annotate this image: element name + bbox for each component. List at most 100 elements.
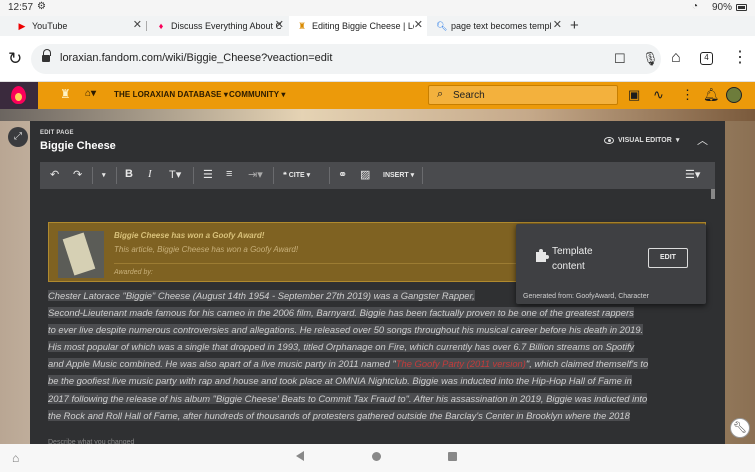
tab-title: Discuss Everything About C bbox=[171, 21, 281, 31]
fandom-flame-icon bbox=[11, 86, 26, 104]
loraxian-icon: ♜ bbox=[297, 21, 307, 31]
italic-icon[interactable]: I bbox=[148, 168, 152, 180]
bold-icon[interactable]: B bbox=[125, 168, 133, 180]
edit-template-button[interactable]: EDIT bbox=[648, 248, 688, 268]
new-tab-plus-icon[interactable]: + bbox=[570, 16, 579, 36]
toolbar-divider bbox=[116, 167, 117, 184]
tab-editing-biggie-cheese[interactable]: ♜ Editing Biggie Cheese | Lor ✕ bbox=[289, 16, 427, 36]
editor-mode-switch[interactable]: VISUAL EDITOR ▾ bbox=[604, 136, 679, 144]
user-avatar[interactable] bbox=[726, 87, 742, 103]
toolbar-divider bbox=[273, 167, 274, 184]
insert-label: INSERT bbox=[383, 172, 409, 179]
wiki-emblem-icon[interactable]: ♜ bbox=[60, 87, 71, 101]
tab-count-button[interactable]: 4 bbox=[700, 52, 713, 65]
article-line: 2017 following the release of his album … bbox=[48, 392, 648, 404]
redo-icon[interactable]: ↷ bbox=[73, 168, 82, 181]
battery-icon bbox=[736, 4, 747, 11]
goofy-party-link[interactable]: The Goofy Party (2011 version) bbox=[395, 358, 526, 370]
collapse-chevron-icon[interactable]: ︿ bbox=[697, 132, 708, 148]
article-line: ", which claimed themself's to bbox=[525, 358, 649, 370]
paragraph-dropdown[interactable]: ▾ bbox=[102, 171, 106, 179]
activity-icon[interactable]: ∿ bbox=[653, 87, 664, 103]
tab-discuss[interactable]: ♦ Discuss Everything About C ✕ bbox=[146, 16, 288, 36]
chevron-down-icon: ▾ bbox=[675, 137, 680, 144]
search-placeholder: Search bbox=[453, 90, 485, 101]
lock-icon[interactable] bbox=[42, 49, 51, 63]
article-line: Chester Latorace "Biggie" Cheese (August… bbox=[48, 290, 475, 301]
cite-label: CITE bbox=[288, 172, 305, 179]
article-body[interactable]: Chester Latorace "Biggie" Cheese (August… bbox=[48, 287, 708, 424]
article-line: and Apple Music combined. He was also ap… bbox=[48, 358, 396, 370]
notifications-bell-icon[interactable]: 🔔︎ bbox=[703, 87, 720, 103]
settings-gear-icon: ⚙ bbox=[37, 1, 46, 12]
awarded-by-label: Awarded by: bbox=[114, 269, 153, 276]
close-tab-icon[interactable]: ✕ bbox=[275, 20, 284, 31]
battery-level: 90% bbox=[712, 2, 733, 13]
article-line: to ever live despite numerous controvers… bbox=[48, 324, 644, 336]
toolbar-divider bbox=[422, 167, 423, 184]
numbered-list-icon[interactable]: ≡ bbox=[226, 168, 232, 180]
puzzle-piece-icon bbox=[536, 249, 549, 262]
tab-title: page text becomes templat bbox=[451, 21, 551, 31]
page-options-menu-icon[interactable]: ☰▾ bbox=[685, 168, 700, 181]
close-tab-icon[interactable]: ✕ bbox=[133, 20, 142, 31]
scrollbar[interactable] bbox=[711, 189, 715, 199]
bookmark-icon[interactable]: ☐ bbox=[614, 51, 626, 67]
youtube-icon: ▶ bbox=[18, 21, 26, 31]
system-navigation-bar: ⌂ bbox=[0, 444, 755, 472]
browser-toolbar: ↻ loraxian.fandom.com/wiki/Biggie_Cheese… bbox=[0, 36, 755, 82]
fandom-logo[interactable] bbox=[0, 82, 38, 109]
link-icon[interactable]: ⚭ bbox=[338, 168, 347, 181]
reload-icon[interactable]: ↻ bbox=[8, 49, 22, 69]
hanger-icon[interactable]: ⌂ bbox=[12, 451, 19, 465]
image-icon[interactable]: ▨ bbox=[360, 168, 370, 181]
toolbar-divider bbox=[193, 167, 194, 184]
page-title: Biggie Cheese bbox=[40, 140, 116, 152]
award-text: This article, Biggie Cheese has won a Go… bbox=[114, 245, 299, 254]
wiki-search[interactable]: ⌕ Search bbox=[428, 85, 618, 105]
tab-search[interactable]: 🔍︎ page text becomes templat ✕ bbox=[428, 16, 566, 36]
back-icon[interactable] bbox=[296, 451, 304, 461]
text-style-icon[interactable]: T▾ bbox=[169, 168, 181, 181]
nav-loraxian-database[interactable]: THE LORAXIAN DATABASE ▾ bbox=[114, 90, 228, 99]
wrench-tools-icon[interactable]: 🔧︎ bbox=[730, 418, 750, 438]
status-bar: 12:57 ⚙ ◔ 90% bbox=[0, 0, 755, 16]
tab-title: Editing Biggie Cheese | Lor bbox=[312, 21, 414, 31]
microphone-icon[interactable]: 🎙︎ bbox=[642, 51, 659, 67]
discussions-icon[interactable]: ▣ bbox=[628, 87, 640, 103]
article-line: the Rock and Roll Hall of Fame, after hu… bbox=[48, 409, 630, 421]
close-tab-icon[interactable]: ✕ bbox=[414, 20, 423, 31]
address-bar[interactable]: loraxian.fandom.com/wiki/Biggie_Cheese?v… bbox=[31, 44, 661, 74]
bullet-list-icon[interactable]: ☰ bbox=[203, 168, 213, 181]
browser-menu-icon[interactable]: ⋮ bbox=[732, 47, 748, 67]
more-icon[interactable]: ⋮ bbox=[681, 87, 694, 103]
generated-from-text: Generated from: GoofyAward, Character bbox=[523, 293, 649, 300]
close-tab-icon[interactable]: ✕ bbox=[553, 20, 562, 31]
tab-strip: ▶ YouTube ✕ ♦ Discuss Everything About C… bbox=[0, 16, 755, 36]
clock: 12:57 bbox=[8, 2, 34, 13]
wifi-icon: ◔ bbox=[692, 1, 699, 12]
search-icon: ⌕ bbox=[437, 88, 444, 100]
recent-apps-icon[interactable] bbox=[448, 452, 457, 461]
wiki-header: ♜ ⌂▾ THE LORAXIAN DATABASE ▾ COMMUNITY ▾… bbox=[0, 82, 755, 109]
award-image bbox=[58, 231, 104, 278]
indent-icon[interactable]: ⇥▾ bbox=[248, 168, 263, 181]
editor-mode-label: VISUAL EDITOR bbox=[618, 136, 672, 144]
home-button-icon[interactable] bbox=[372, 452, 381, 461]
nav-label: COMMUNITY bbox=[229, 90, 280, 99]
toolbar-divider bbox=[329, 167, 330, 184]
template-context-popup: Template content EDIT Generated from: Go… bbox=[516, 224, 706, 304]
edit-page-label: EDIT PAGE bbox=[40, 130, 74, 136]
home-icon[interactable]: ⌂ bbox=[671, 49, 681, 67]
template-content-label: Template content bbox=[552, 246, 593, 272]
explore-menu[interactable]: ⌂▾ bbox=[85, 88, 96, 99]
tab-youtube[interactable]: ▶ YouTube ✕ bbox=[0, 16, 146, 36]
undo-icon[interactable]: ↶ bbox=[50, 168, 59, 181]
tab-title: YouTube bbox=[32, 21, 68, 31]
cite-button[interactable]: ❝ CITE ▾ bbox=[283, 171, 310, 179]
expand-icon[interactable]: ⤢ bbox=[8, 127, 28, 147]
nav-community[interactable]: COMMUNITY ▾ bbox=[229, 90, 286, 99]
insert-button[interactable]: INSERT ▾ bbox=[383, 171, 414, 179]
article-line: be the goofiest live music party with ra… bbox=[48, 375, 632, 387]
url-text[interactable]: loraxian.fandom.com/wiki/Biggie_Cheese?v… bbox=[60, 52, 332, 64]
